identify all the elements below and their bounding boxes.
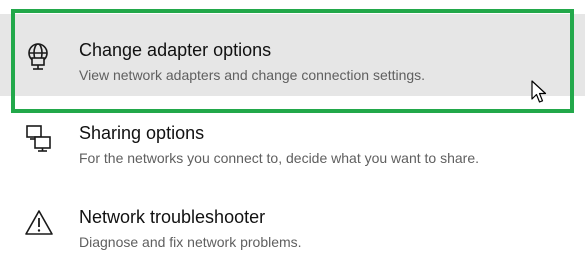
item-description: For the networks you connect to, decide … bbox=[79, 150, 479, 166]
network-adapter-icon bbox=[28, 43, 48, 70]
change-adapter-options-link[interactable]: Change adapter options View network adap… bbox=[0, 14, 585, 96]
item-description: View network adapters and change connect… bbox=[79, 67, 426, 83]
item-title: Change adapter options bbox=[79, 40, 272, 60]
network-settings-list: Change adapter options View network adap… bbox=[0, 0, 585, 256]
item-title: Sharing options bbox=[79, 123, 205, 143]
warning-triangle-icon bbox=[25, 210, 53, 235]
sharing-options-link[interactable]: Sharing options For the networks you con… bbox=[0, 102, 585, 184]
item-description: Diagnose and fix network problems. bbox=[79, 234, 302, 250]
item-title: Network troubleshooter bbox=[79, 207, 266, 227]
sharing-computers-icon bbox=[26, 125, 51, 152]
